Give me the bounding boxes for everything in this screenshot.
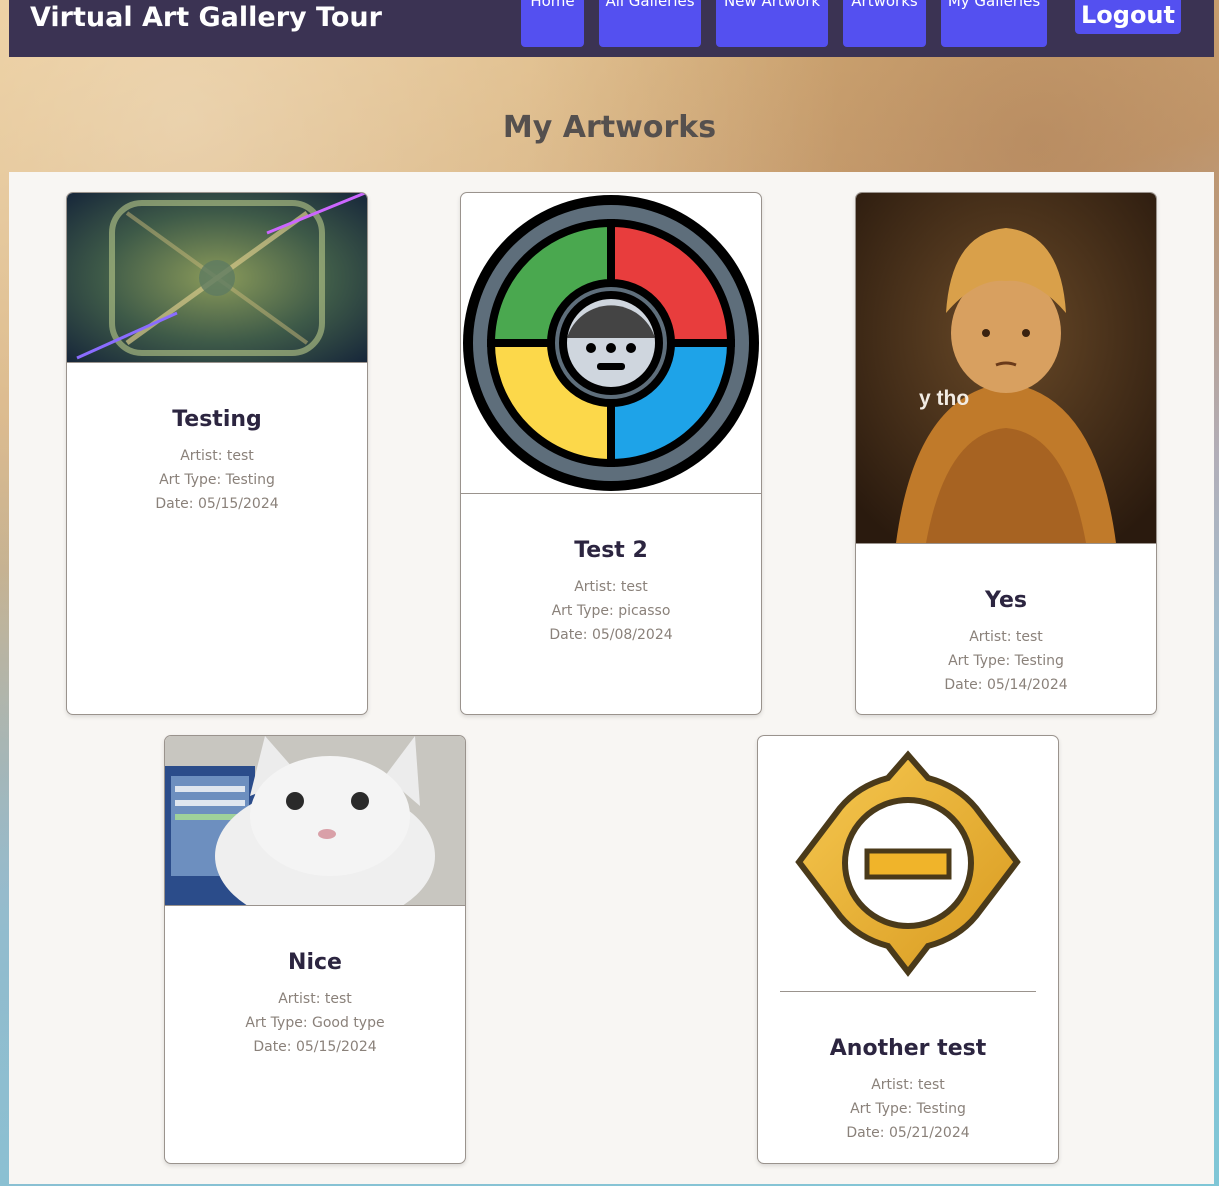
meme-caption: y tho	[919, 387, 970, 410]
artwork-artist: Artist: test	[969, 629, 1043, 645]
artwork-artist: Artist: test	[180, 448, 254, 464]
simon-game-icon	[461, 193, 761, 494]
artwork-date: Date: 05/08/2024	[549, 627, 673, 643]
gold-badge-icon	[758, 736, 1058, 992]
artwork-card[interactable]: Testing Artist: test Art Type: Testing D…	[66, 192, 368, 715]
artwork-title: Testing	[172, 407, 262, 432]
artwork-title: Another test	[829, 1036, 987, 1061]
artwork-date: Date: 05/15/2024	[155, 496, 279, 512]
artwork-type: Art Type: Testing	[850, 1101, 966, 1117]
page-title: My Artworks	[502, 110, 717, 145]
artwork-card[interactable]: Nice Artist: test Art Type: Good type Da…	[164, 735, 466, 1164]
artwork-type: Art Type: Testing	[159, 472, 275, 488]
portrait-meme-image: y tho	[856, 193, 1156, 544]
top-navbar: Virtual Art Gallery Tour Home All Galler…	[9, 0, 1214, 57]
artwork-card[interactable]: Test 2 Artist: test Art Type: picasso Da…	[460, 192, 762, 715]
artwork-artist: Artist: test	[278, 991, 352, 1007]
artwork-title: Yes	[985, 588, 1027, 613]
artwork-type: Art Type: Good type	[245, 1015, 385, 1031]
nav-home-button[interactable]: Home	[521, 0, 584, 47]
artwork-date: Date: 05/14/2024	[944, 677, 1068, 693]
artwork-title: Nice	[288, 950, 342, 975]
brand-title[interactable]: Virtual Art Gallery Tour	[30, 0, 382, 38]
artwork-date: Date: 05/15/2024	[253, 1039, 377, 1055]
nav-artworks-button[interactable]: Artworks	[843, 0, 926, 47]
artwork-type: Art Type: picasso	[551, 603, 671, 619]
artwork-card[interactable]: y tho Yes Artist: test Art Type: Testing…	[855, 192, 1157, 715]
artwork-artist: Artist: test	[574, 579, 648, 595]
nav-all-galleries-button[interactable]: All Galleries	[599, 0, 701, 47]
artwork-title: Test 2	[574, 538, 648, 563]
game-map-image	[67, 193, 367, 363]
nav-my-galleries-button[interactable]: My Galleries	[941, 0, 1047, 47]
artwork-date: Date: 05/21/2024	[846, 1125, 970, 1141]
logout-button[interactable]: Logout	[1075, 0, 1181, 34]
nav-new-artwork-button[interactable]: New Artwork	[716, 0, 828, 47]
artwork-artist: Artist: test	[871, 1077, 945, 1093]
crying-cat-image	[165, 736, 465, 906]
artworks-grid: Testing Artist: test Art Type: Testing D…	[9, 172, 1214, 1184]
artwork-type: Art Type: Testing	[948, 653, 1064, 669]
artwork-card[interactable]: Another test Artist: test Art Type: Test…	[757, 735, 1059, 1164]
